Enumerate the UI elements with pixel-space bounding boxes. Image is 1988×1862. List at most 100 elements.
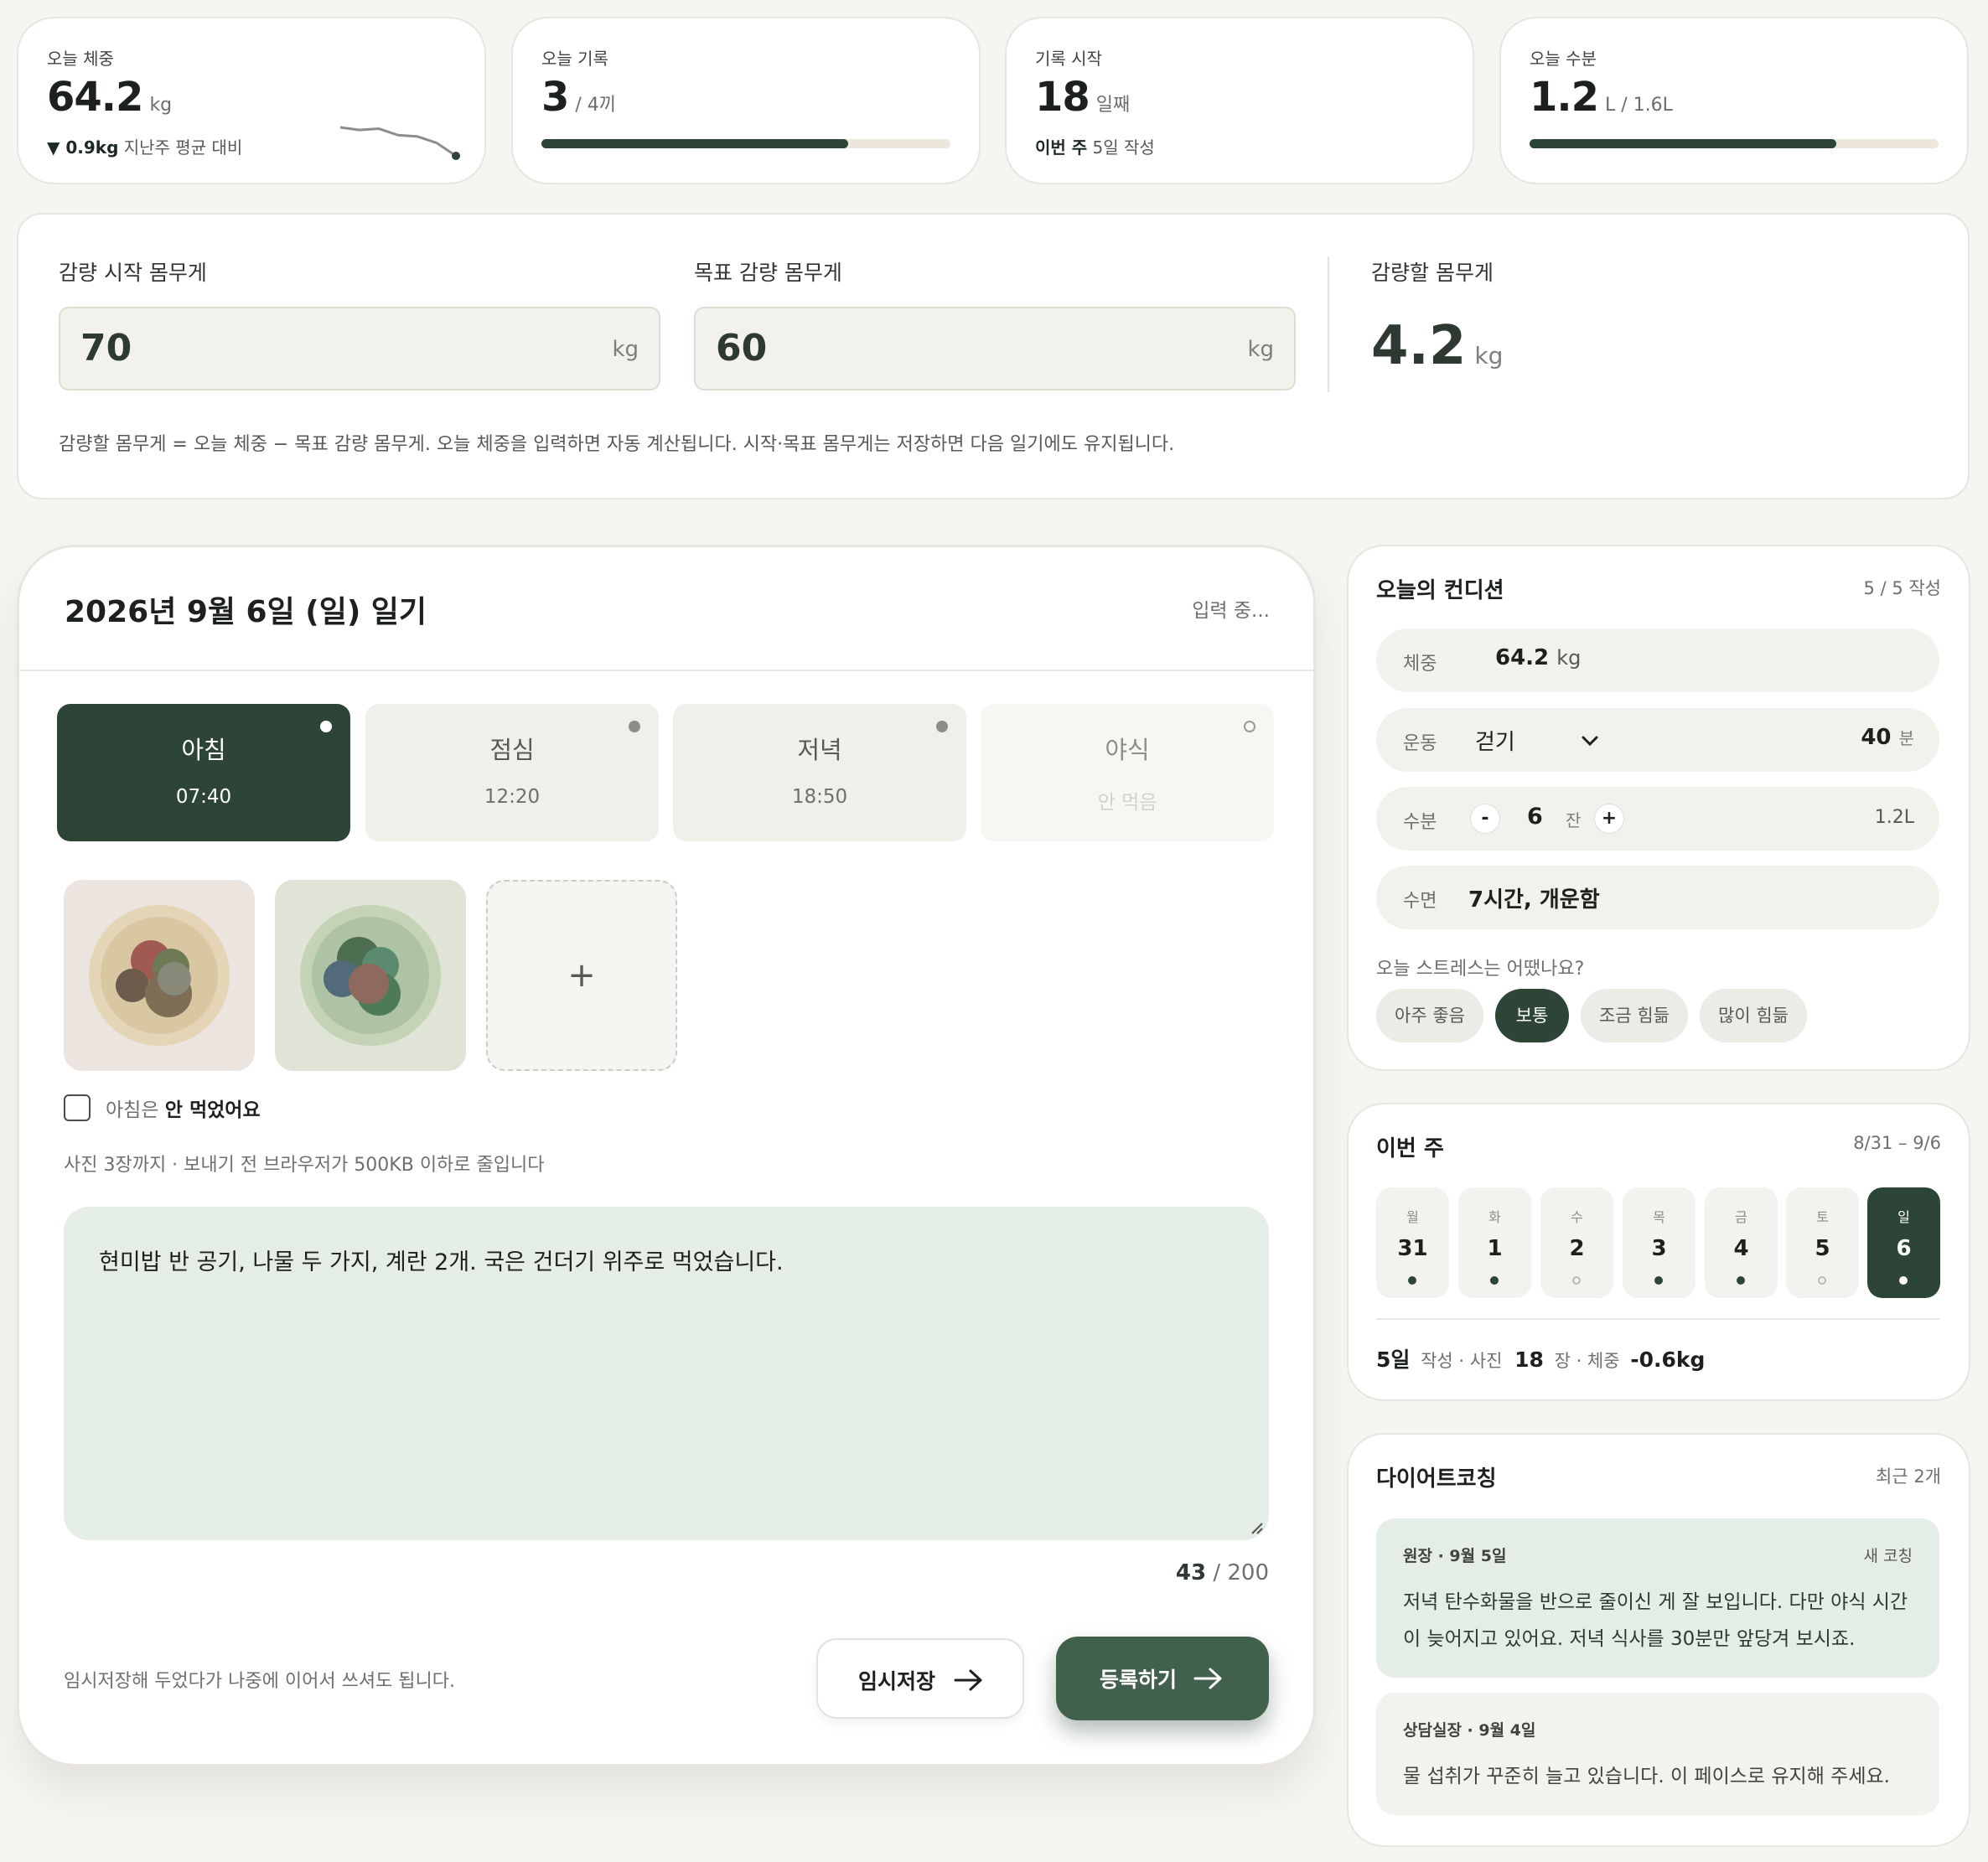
meal-time: 18:50 [791, 786, 848, 808]
water-plus-button[interactable]: + [1594, 804, 1624, 834]
arrow-right-icon [1193, 1668, 1222, 1689]
plus-icon: + [567, 956, 596, 995]
coaching-text: 저녁 탄수화물을 반으로 줄이신 게 잘 보입니다. 다만 야식 시간이 늦어지… [1403, 1591, 1908, 1650]
stress-option-very-hard[interactable]: 많이 힘듦 [1700, 989, 1807, 1042]
chevron-down-icon[interactable] [1581, 735, 1599, 748]
water-total: 1.2L [1874, 807, 1914, 828]
weekday-label: 토 [1816, 1209, 1829, 1225]
coaching-item: 상담실장 · 9월 4일 물 섭취가 꾸준히 늘고 있습니다. 이 페이스로 유… [1376, 1693, 1939, 1815]
sleep-field-label: 수면 [1403, 891, 1437, 912]
day-number: 5 [1815, 1236, 1830, 1261]
start-weight-label: 감량 시작 몸무게 [59, 261, 207, 285]
stat-meals-value: 3/ 4끼 [541, 74, 617, 121]
exercise-minutes[interactable]: 40 분 [1861, 725, 1914, 750]
week-title: 이번 주 [1376, 1136, 1444, 1161]
stat-weight-label: 오늘 체중 [47, 49, 114, 69]
stat-since-label: 기록 시작 [1035, 49, 1102, 69]
day-number: 3 [1651, 1236, 1667, 1261]
meal-photo-thumbnail[interactable] [275, 880, 466, 1071]
sleep-field[interactable]: 수면 7시간, 개운함 [1376, 866, 1939, 929]
remain-weight-label: 감량할 몸무게 [1371, 261, 1494, 285]
meal-tab-dinner[interactable]: 저녁 18:50 [673, 704, 966, 841]
goal-divider [1328, 256, 1329, 392]
submit-button[interactable]: 등록하기 [1056, 1637, 1269, 1720]
weight-trend-sparkline [339, 126, 460, 160]
weekday-label: 수 [1571, 1209, 1583, 1225]
goal-note: 감량할 몸무게 = 오늘 체중 − 목표 감량 몸무게. 오늘 체중을 입력하면… [59, 434, 1175, 455]
stress-option-very-good[interactable]: 아주 좋음 [1376, 989, 1483, 1042]
filled-dot-icon [1654, 1276, 1663, 1285]
day-number: 4 [1733, 1236, 1749, 1261]
week-day-today[interactable]: 일6 [1867, 1187, 1940, 1298]
stress-option-normal[interactable]: 보통 [1495, 989, 1569, 1042]
stress-option-little-hard[interactable]: 조금 힘듦 [1581, 989, 1688, 1042]
weight-field[interactable]: 체중 64.2 kg [1376, 628, 1939, 692]
week-day[interactable]: 수2 [1540, 1187, 1613, 1298]
water-progress-bar [1530, 139, 1939, 148]
char-count: 43 / 200 [1175, 1560, 1269, 1585]
filled-dot-icon [1408, 1276, 1416, 1285]
start-weight-input[interactable]: 70 kg [59, 307, 660, 391]
meal-time: 07:40 [175, 786, 232, 808]
week-day[interactable]: 화1 [1458, 1187, 1531, 1298]
condition-title: 오늘의 컨디션 [1376, 578, 1504, 603]
weekday-label: 화 [1488, 1209, 1501, 1225]
weight-field-label: 체중 [1403, 654, 1437, 675]
coaching-count: 최근 2개 [1876, 1466, 1941, 1487]
draft-button[interactable]: 임시저장 [816, 1638, 1024, 1719]
coaching-item: 원장 · 9월 5일 새 코칭 저녁 탄수화물을 반으로 줄이신 게 잘 보입니… [1376, 1518, 1939, 1678]
exercise-select[interactable]: 걷기 [1475, 725, 1515, 756]
exercise-field[interactable]: 운동 걷기 40 분 [1376, 708, 1939, 772]
meal-name: 야식 [1105, 736, 1150, 764]
stat-meals-label: 오늘 기록 [541, 49, 608, 69]
water-field: 수분 - 6 잔 + 1.2L [1376, 787, 1939, 851]
day-number: 6 [1896, 1236, 1912, 1261]
arrow-right-icon [954, 1669, 982, 1691]
diary-textarea[interactable]: 현미밥 반 공기, 나물 두 가지, 계란 2개. 국은 건더기 위주로 먹었습… [64, 1207, 1269, 1540]
goal-card: 감량 시작 몸무게 70 kg 목표 감량 몸무게 60 kg 감량할 몸무게 4.… [17, 213, 1970, 499]
week-day[interactable]: 월 31 [1376, 1187, 1449, 1298]
water-count: 6 [1527, 804, 1543, 830]
meal-photo-image [275, 880, 466, 1071]
stat-card-meals: 오늘 기록 3/ 4끼 [511, 17, 981, 184]
meal-tab-latenight[interactable]: 야식 안 먹음 [981, 704, 1274, 841]
coaching-author: 원장 · 9월 5일 [1403, 1547, 1507, 1565]
weekday-label: 금 [1735, 1209, 1747, 1225]
stat-card-water: 오늘 수분 1.2 L / 1.6L [1499, 17, 1969, 184]
water-minus-button[interactable]: - [1470, 804, 1500, 834]
meal-photo-thumbnail[interactable] [64, 880, 255, 1071]
meal-tab-breakfast[interactable]: 아침 07:40 [57, 704, 350, 841]
meal-name: 점심 [489, 736, 535, 764]
meal-photo-image [64, 880, 255, 1071]
meal-name: 아침 [181, 736, 226, 764]
skip-meal-checkbox[interactable] [64, 1094, 91, 1121]
diary-header-divider [19, 670, 1313, 671]
skip-meal-label: 아침은 안 먹었어요 [106, 1099, 261, 1121]
weight-field-value: 64.2 kg [1495, 645, 1582, 670]
draft-button-label: 임시저장 [858, 1669, 936, 1694]
resize-handle-icon[interactable] [1249, 1520, 1264, 1535]
meal-tab-lunch[interactable]: 점심 12:20 [365, 704, 659, 841]
condition-count: 5 / 5 작성 [1863, 578, 1941, 598]
stat-weight-delta: ▼ 0.9kg 지난주 평균 대비 [47, 137, 243, 158]
photo-hint: 사진 3장까지 · 보내기 전 브라우저가 500KB 이하로 줄입니다 [64, 1155, 545, 1176]
coaching-text: 물 섭취가 꾸준히 늘고 있습니다. 이 페이스로 유지해 주세요. [1403, 1766, 1890, 1787]
weekday-label: 일 [1897, 1209, 1910, 1225]
stat-water-label: 오늘 수분 [1530, 49, 1597, 69]
diary-text: 현미밥 반 공기, 나물 두 가지, 계란 2개. 국은 건더기 위주로 먹었습… [99, 1249, 784, 1275]
add-photo-button[interactable]: + [486, 880, 677, 1071]
exercise-field-label: 운동 [1403, 733, 1437, 754]
week-day[interactable]: 목3 [1623, 1187, 1695, 1298]
week-day[interactable]: 토5 [1786, 1187, 1859, 1298]
stat-card-weight: 오늘 체중 64.2 kg ▼ 0.9kg 지난주 평균 대비 [17, 17, 486, 184]
filled-dot-icon [1490, 1276, 1499, 1285]
save-hint: 임시저장해 두었다가 나중에 이어서 쓰셔도 됩니다. [64, 1671, 456, 1692]
filled-dot-icon [1899, 1276, 1908, 1285]
stat-since-value: 18 일째 [1035, 74, 1131, 121]
stat-weight-value: 64.2 kg [47, 74, 173, 121]
week-day[interactable]: 금4 [1705, 1187, 1778, 1298]
weekday-label: 월 [1406, 1209, 1419, 1225]
meals-progress-bar [541, 139, 950, 148]
target-weight-input[interactable]: 60 kg [694, 307, 1296, 391]
day-number: 1 [1487, 1236, 1503, 1261]
